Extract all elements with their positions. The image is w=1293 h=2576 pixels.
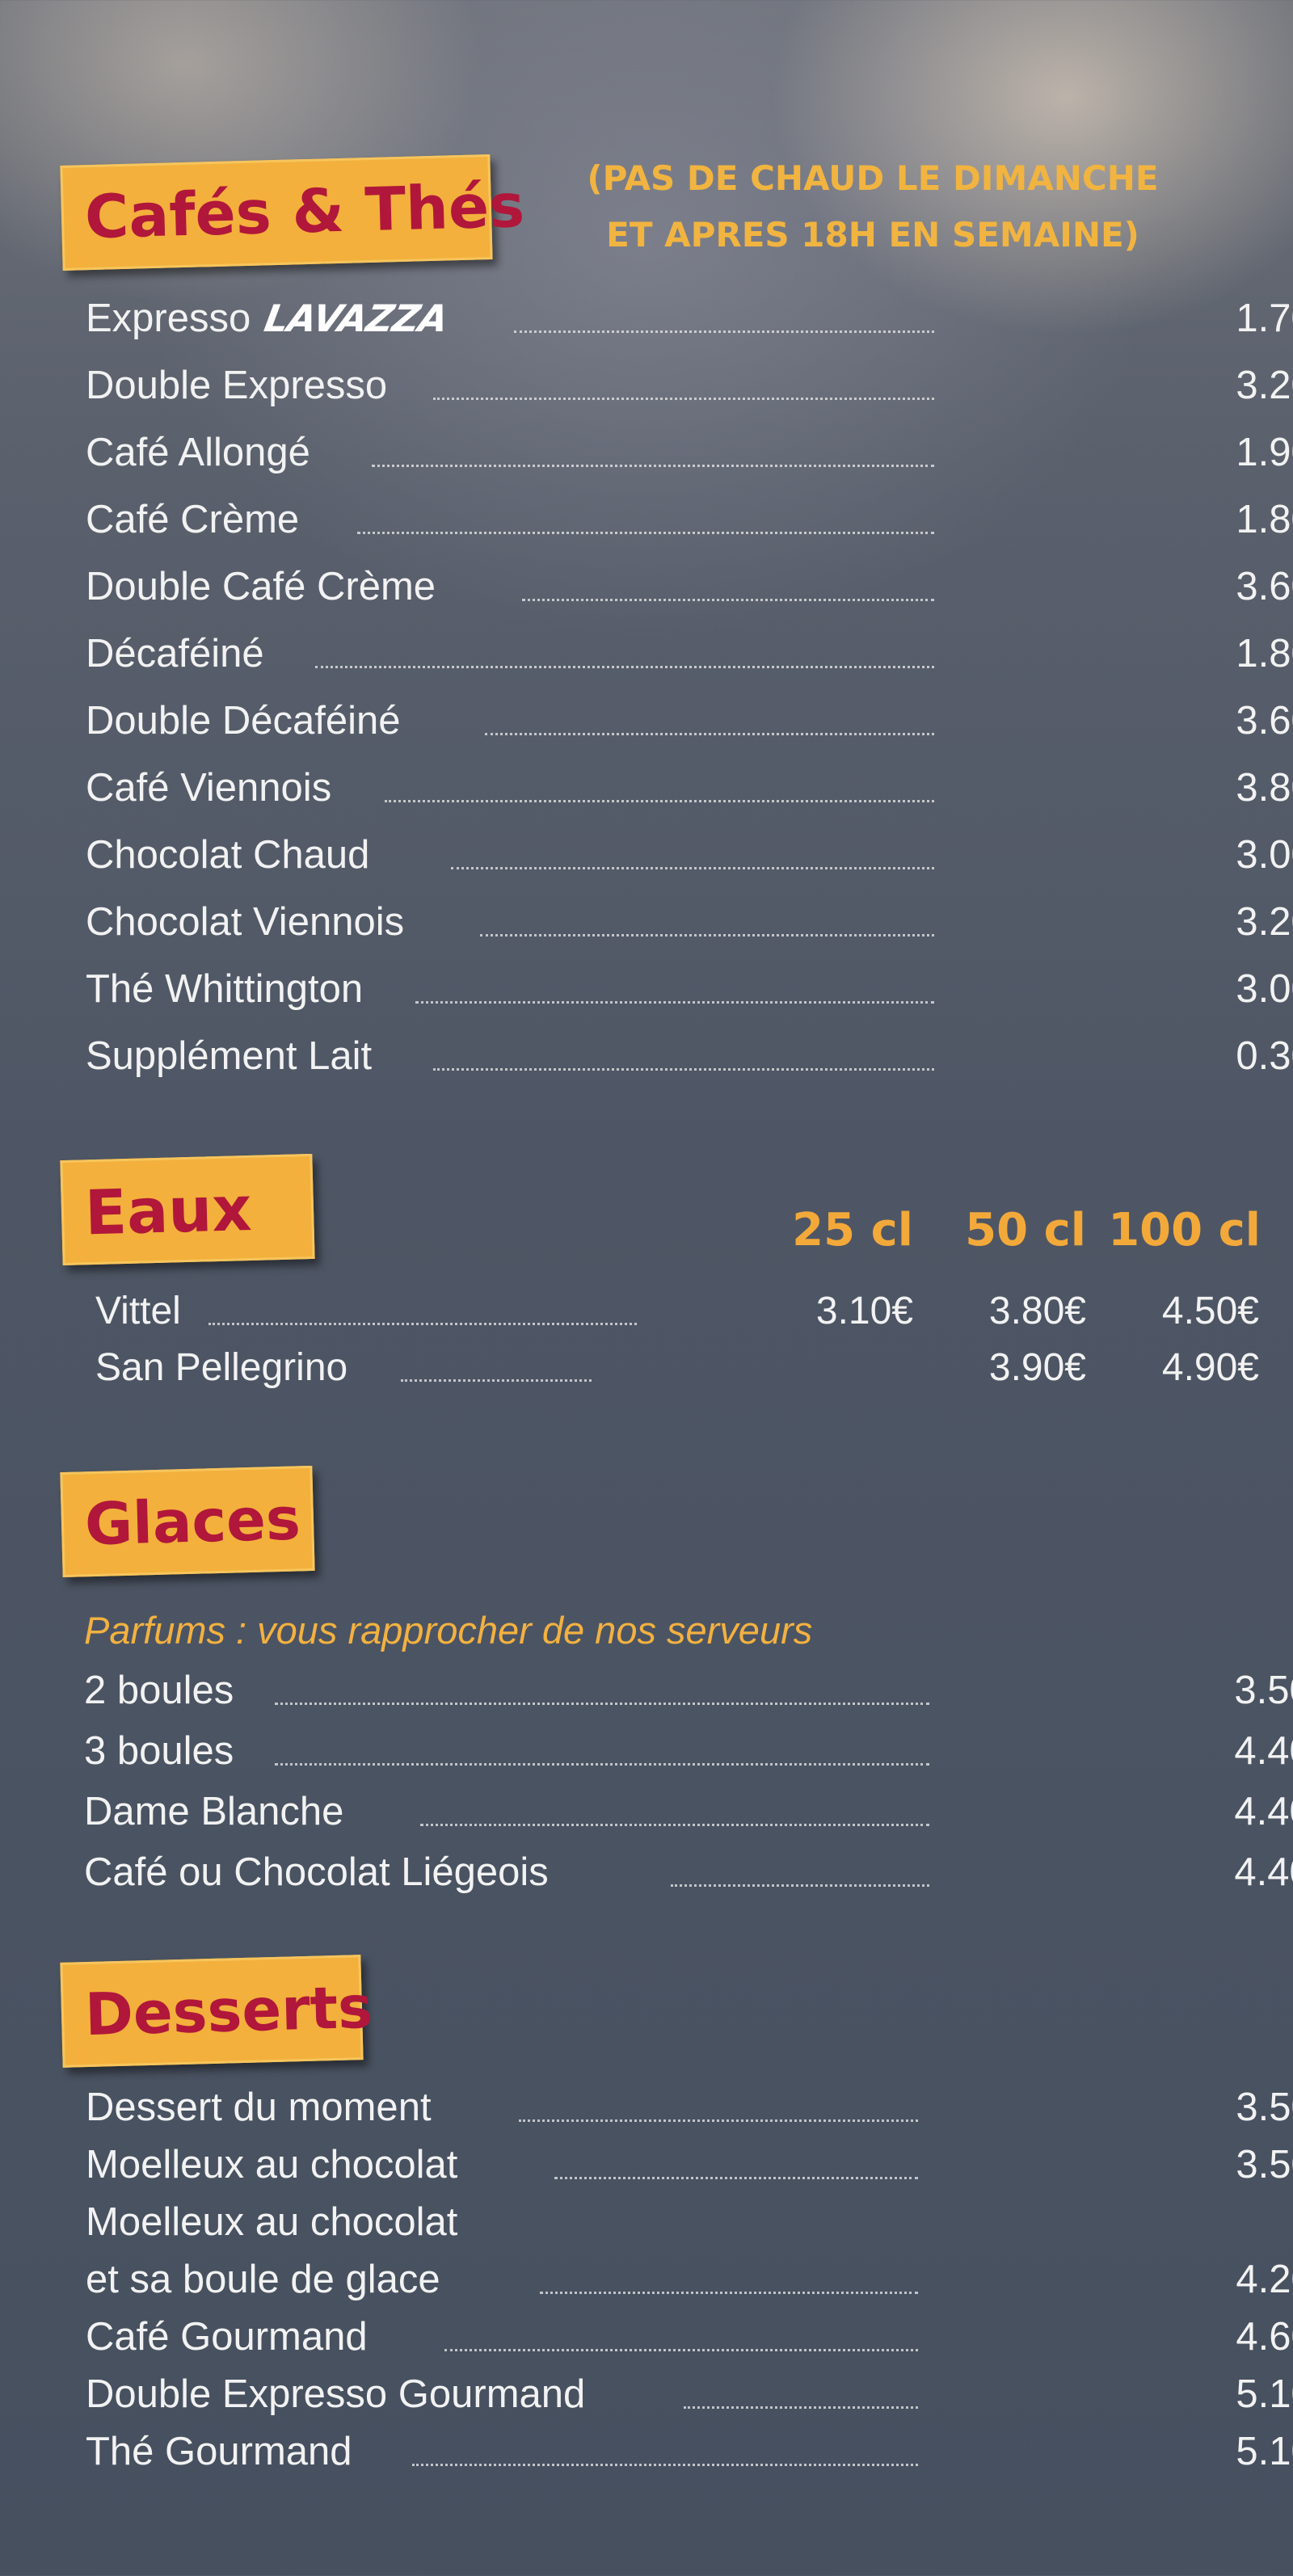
water-item: San Pellegrino 3.90€ 4.90€ <box>95 1341 1259 1398</box>
menu-item-name: Double Expresso Gourmand <box>86 2372 586 2416</box>
menu-item-price: 3.80€ <box>1236 766 1293 810</box>
dot-leader <box>372 465 934 467</box>
dot-leader <box>275 1763 929 1766</box>
cafes-note: (PAS DE CHAUD LE DIMANCHE ET APRES 18H E… <box>566 150 1180 263</box>
cafes-note-line-2: ET APRES 18H EN SEMAINE) <box>606 215 1139 255</box>
dot-leader <box>357 532 934 534</box>
menu-item-name: Café Viennois <box>86 766 332 810</box>
size-header-50cl: 50 cl <box>965 1204 1086 1256</box>
dot-leader <box>514 330 934 333</box>
dot-leader <box>315 666 934 668</box>
menu-item-price: 1.90€ <box>1236 431 1293 474</box>
menu-item-name: Thé Gourmand <box>86 2430 352 2473</box>
menu-item-price: 3.60€ <box>1236 699 1293 743</box>
section-label-glaces: Glaces <box>60 1465 315 1578</box>
water-item: Vittel 3.10€ 3.80€ 4.50€ <box>95 1285 1259 1341</box>
menu-item-price: 4.40€ <box>1234 1850 1293 1894</box>
water-item-name: San Pellegrino <box>95 1346 348 1389</box>
water-price-100cl: 4.50€ <box>1161 1290 1259 1332</box>
dot-leader <box>420 1824 929 1826</box>
menu-item-name: Moelleux au chocolat <box>86 2200 458 2244</box>
menu-item-price: 3.60€ <box>1236 565 1293 608</box>
dot-leader <box>275 1703 929 1705</box>
water-price-25cl: 3.10€ <box>815 1290 913 1332</box>
dot-leader <box>671 1884 929 1887</box>
menu-item-price: 1.80€ <box>1236 632 1293 676</box>
size-header-25cl: 25 cl <box>792 1204 913 1256</box>
menu-item-name: 2 boules <box>84 1669 234 1712</box>
menu-item-name: Thé Whittington <box>86 967 364 1011</box>
menu-item-price: 1.70€ <box>1236 297 1293 340</box>
menu-item-price: 3.50€ <box>1236 2086 1293 2129</box>
water-price-50cl: 3.80€ <box>988 1290 1086 1332</box>
menu-item-name: Dame Blanche <box>84 1790 344 1833</box>
menu-item-price: 3.50€ <box>1234 1669 1293 1712</box>
menu-item-price: 4.40€ <box>1234 1729 1293 1773</box>
dot-leader <box>433 398 934 400</box>
menu-item-name: Dessert du moment <box>86 2086 432 2129</box>
dot-leader <box>684 2406 918 2409</box>
cafes-note-line-1: (PAS DE CHAUD LE DIMANCHE <box>587 158 1159 198</box>
menu-item-price: 3.50€ <box>1236 2143 1293 2187</box>
section-label-eaux: Eaux <box>60 1153 315 1266</box>
dot-leader <box>522 599 934 601</box>
menu-item-price: 3.00€ <box>1236 833 1293 877</box>
dot-leader <box>208 1323 637 1325</box>
menu-item-name: Moelleux au chocolat <box>86 2143 458 2187</box>
water-price-50cl: 3.90€ <box>988 1346 1086 1389</box>
lavazza-logo: LAVAZZA <box>261 297 452 340</box>
section-title-desserts: Desserts <box>83 1972 373 2049</box>
menu-item-name: Supplément Lait <box>86 1034 373 1078</box>
dot-leader <box>415 1001 934 1004</box>
menu-item-name: Expresso LAVAZZA <box>86 297 452 340</box>
menu-item-name: Double Expresso <box>86 364 388 407</box>
menu-item-price: 4.60€ <box>1236 2315 1293 2359</box>
section-label-desserts: Desserts <box>60 1955 373 2068</box>
menu-item-price: 3.00€ <box>1236 967 1293 1011</box>
dot-leader <box>385 800 934 802</box>
menu-item-name: Décaféiné <box>86 632 264 676</box>
size-header-100cl: 100 cl <box>1108 1204 1261 1256</box>
section-title-cafes: Cafés & Thés <box>83 170 526 253</box>
menu-item-price: 4.40€ <box>1234 1790 1293 1833</box>
dot-leader <box>519 2119 918 2122</box>
dot-leader <box>401 1379 592 1382</box>
dot-leader <box>451 867 934 869</box>
menu-item-name: Double Décaféiné <box>86 699 401 743</box>
menu-item-name: Chocolat Viennois <box>86 900 405 944</box>
flavors-note: Parfums : vous rapprocher de nos serveur… <box>84 1609 813 1652</box>
menu-item-price: 3.20€ <box>1236 364 1293 407</box>
menu-item-name: Café Gourmand <box>86 2315 368 2359</box>
menu-item-name: 3 boules <box>84 1729 234 1773</box>
menu-item-price: 0.30€ <box>1236 1034 1293 1078</box>
menu-item-name: Double Café Crème <box>86 565 436 608</box>
menu-item-price: 1.80€ <box>1236 498 1293 541</box>
dot-leader <box>444 2349 918 2351</box>
section-title-eaux: Eaux <box>83 1172 253 1248</box>
menu-item-name: et sa boule de glace <box>86 2258 440 2301</box>
dot-leader <box>554 2177 918 2179</box>
menu-item-price: 5.10€ <box>1236 2372 1293 2416</box>
dot-leader <box>485 733 934 735</box>
menu-item-price: 5.10€ <box>1236 2430 1293 2473</box>
menu-item-price: 3.20€ <box>1236 900 1293 944</box>
water-price-100cl: 4.90€ <box>1161 1346 1259 1389</box>
section-label-cafes: Cafés & Thés <box>60 154 525 271</box>
water-item-name: Vittel <box>95 1290 181 1332</box>
menu-item-name: Café Crème <box>86 498 300 541</box>
menu-item-name: Café Allongé <box>86 431 310 474</box>
dot-leader <box>540 2292 918 2294</box>
dot-leader <box>480 934 934 937</box>
section-title-glaces: Glaces <box>83 1484 301 1559</box>
dot-leader <box>412 2464 918 2466</box>
menu-item-price: 4.20€ <box>1236 2258 1293 2301</box>
dot-leader <box>433 1068 934 1071</box>
menu-item-name: Chocolat Chaud <box>86 833 370 877</box>
menu-item-name: Café ou Chocolat Liégeois <box>84 1850 549 1894</box>
